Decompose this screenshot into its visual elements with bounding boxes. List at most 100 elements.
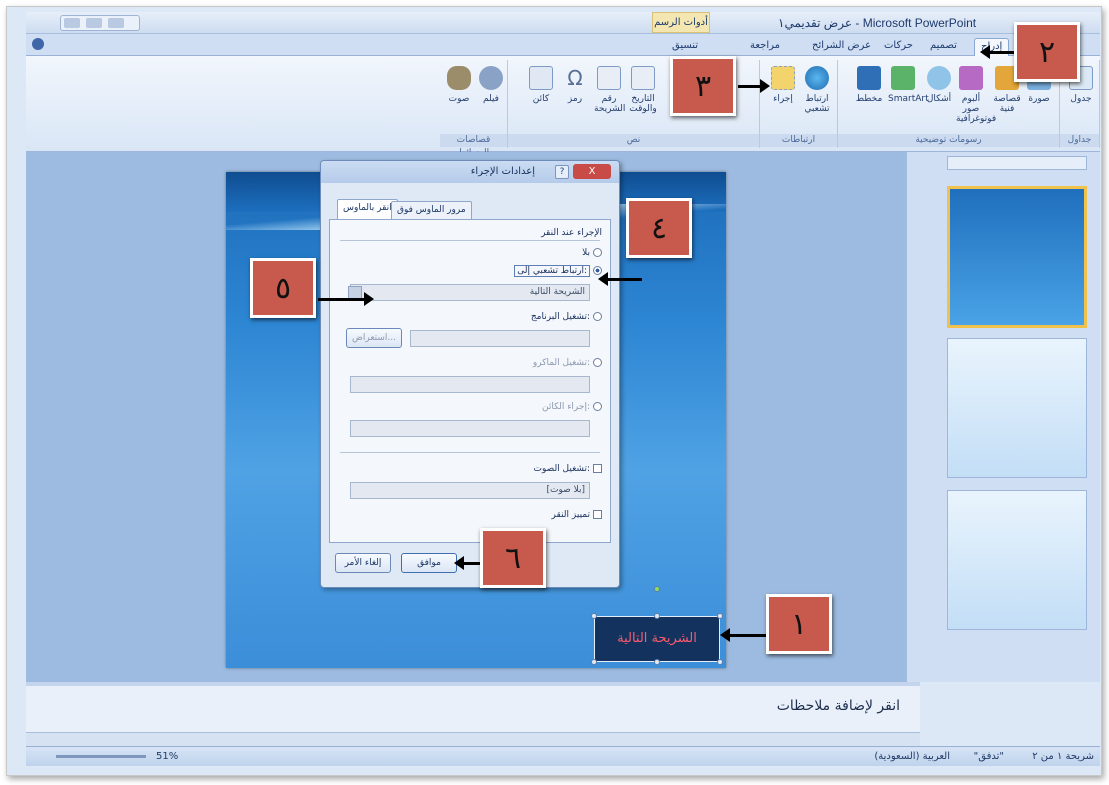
macro-select[interactable] [350, 376, 590, 393]
group-label: رسومات توضيحية [838, 134, 1059, 147]
slide-thumbnail-1[interactable] [947, 186, 1087, 328]
tab-mouse-over[interactable]: مرور الماوس فوق [391, 201, 472, 219]
group-label: نص [508, 134, 759, 147]
group-links: ارتباط تشعبي إجراء ارتباطات [760, 60, 838, 148]
slide-number-button[interactable]: رقم الشريحة [594, 66, 625, 114]
object-icon [529, 66, 553, 90]
smartart-button[interactable]: SmartArt [888, 66, 929, 104]
callout-3: ٣ [670, 56, 736, 116]
status-bar: شريحة ١ من ٢ "تدفق" العربية (السعودية) 5… [26, 746, 1100, 766]
tab-mouse-click[interactable]: انقر بالماوس [337, 199, 398, 219]
omega-icon: Ω [567, 66, 583, 90]
tab-review[interactable]: مراجعة [744, 38, 786, 56]
slide-thumbnail-2[interactable] [947, 338, 1087, 478]
slide-shape-textbox[interactable]: الشريحة التالية [594, 616, 720, 662]
cancel-button[interactable]: إلغاء الأمر [335, 553, 391, 573]
callout-1: ١ [766, 594, 832, 654]
zoom-slider[interactable] [56, 755, 146, 758]
ribbon: جدول جداول صورة قصاصة فنية ألبوم صور فوت… [26, 56, 1100, 158]
sound-button[interactable]: صوت [444, 66, 474, 104]
play-sound-checkbox[interactable] [593, 464, 602, 473]
arrow-4 [598, 272, 642, 286]
quick-access-toolbar[interactable] [60, 15, 140, 31]
callout-2: ٢ [1014, 22, 1080, 82]
highlight-click-option[interactable]: تمييز النقر [552, 510, 602, 520]
action-button[interactable]: إجراء [768, 66, 798, 104]
dialog-titlebar: إعدادات الإجراء ? X [321, 161, 619, 183]
browse-button[interactable]: استعراض... [346, 328, 402, 348]
globe-icon [805, 66, 829, 90]
movie-button[interactable]: فيلم [476, 66, 506, 104]
callout-4: ٤ [626, 198, 692, 258]
chart-button[interactable]: مخطط [854, 66, 884, 104]
option-object-action[interactable]: إجراء الكائن: [542, 402, 602, 412]
help-icon[interactable] [32, 38, 44, 50]
option-run-macro[interactable]: تشغيل الماكرو: [533, 358, 602, 368]
calendar-icon [631, 66, 655, 90]
highlight-click-checkbox[interactable] [593, 510, 602, 519]
arrow-6 [454, 556, 480, 570]
resize-handle[interactable] [591, 613, 597, 619]
help-button[interactable]: ? [555, 165, 569, 179]
option-run-program[interactable]: تشغيل البرنامج: [531, 312, 602, 322]
datetime-button[interactable]: التاريخ والوقت [628, 66, 658, 114]
resize-handle[interactable] [717, 613, 723, 619]
slide-counter: شريحة ١ من ٢ [1032, 751, 1094, 762]
divider [340, 240, 600, 241]
radio-object-action[interactable] [593, 402, 602, 411]
radio-run-program[interactable] [593, 312, 602, 321]
option-hyperlink[interactable]: ارتباط تشعبي إلى: [514, 265, 602, 277]
drawing-tools-context-tab[interactable]: أدوات الرسم [652, 12, 710, 33]
group-label: قصاصات الوسائط [440, 134, 507, 158]
hyperlink-target-select[interactable]: الشريحة التالية [350, 284, 590, 301]
tab-animations[interactable]: حركات [878, 38, 919, 56]
language-indicator[interactable]: العربية (السعودية) [874, 751, 950, 762]
window-title: عرض تقديمي١ - Microsoft PowerPoint [778, 16, 977, 30]
tab-design[interactable]: تصميم [924, 38, 963, 56]
chart-icon [857, 66, 881, 90]
notes-pane[interactable]: انقر لإضافة ملاحظات [26, 682, 920, 732]
speaker-icon [447, 66, 471, 90]
option-none[interactable]: بلا [582, 248, 602, 258]
zoom-level[interactable]: 51% [156, 751, 178, 762]
resize-handle[interactable] [591, 659, 597, 665]
title-bar: أدوات الرسم عرض تقديمي١ - Microsoft Powe… [26, 12, 1100, 34]
horizontal-scrollbar[interactable] [26, 732, 920, 746]
callout-5: ٥ [250, 258, 316, 318]
action-settings-dialog: إعدادات الإجراء ? X انقر بالماوس مرور ال… [320, 160, 620, 588]
slide-thumbnail-3[interactable] [947, 490, 1087, 630]
program-path-field[interactable] [410, 330, 590, 347]
radio-none[interactable] [593, 248, 602, 257]
notes-placeholder: انقر لإضافة ملاحظات [776, 698, 900, 714]
resize-handle[interactable] [717, 659, 723, 665]
object-button[interactable]: كائن [526, 66, 556, 104]
play-sound-option[interactable]: تشغيل الصوت: [534, 464, 602, 474]
tab-format[interactable]: تنسيق [666, 38, 704, 56]
arrow-5 [318, 292, 374, 306]
rotate-handle[interactable] [654, 586, 660, 592]
dialog-panel: الإجراء عند النقر بلا ارتباط تشعبي إلى: … [329, 219, 611, 543]
ok-button[interactable]: موافق [401, 553, 457, 573]
pane-tabs[interactable] [947, 156, 1087, 170]
arrow-2 [980, 45, 1014, 59]
object-action-select[interactable] [350, 420, 590, 437]
shapes-icon [927, 66, 951, 90]
resize-handle[interactable] [654, 659, 660, 665]
resize-handle[interactable] [654, 613, 660, 619]
radio-run-macro[interactable] [593, 358, 602, 367]
divider [340, 452, 600, 453]
slides-thumbnail-pane [906, 152, 1100, 682]
symbol-button[interactable]: Ω رمز [560, 66, 590, 104]
callout-6: ٦ [480, 528, 546, 588]
dialog-title: إعدادات الإجراء [470, 166, 535, 177]
hash-icon [597, 66, 621, 90]
album-icon [959, 66, 983, 90]
photo-album-button[interactable]: ألبوم صور فوتوغرافية [956, 66, 996, 124]
hyperlink-button[interactable]: ارتباط تشعبي [802, 66, 832, 114]
action-icon [771, 66, 795, 90]
tab-slideshow[interactable]: عرض الشرائح [806, 38, 877, 56]
group-label: ارتباطات [760, 134, 837, 147]
arrow-3 [738, 79, 770, 93]
close-button[interactable]: X [573, 164, 611, 179]
sound-select[interactable]: [بلا صوت] [350, 482, 590, 499]
